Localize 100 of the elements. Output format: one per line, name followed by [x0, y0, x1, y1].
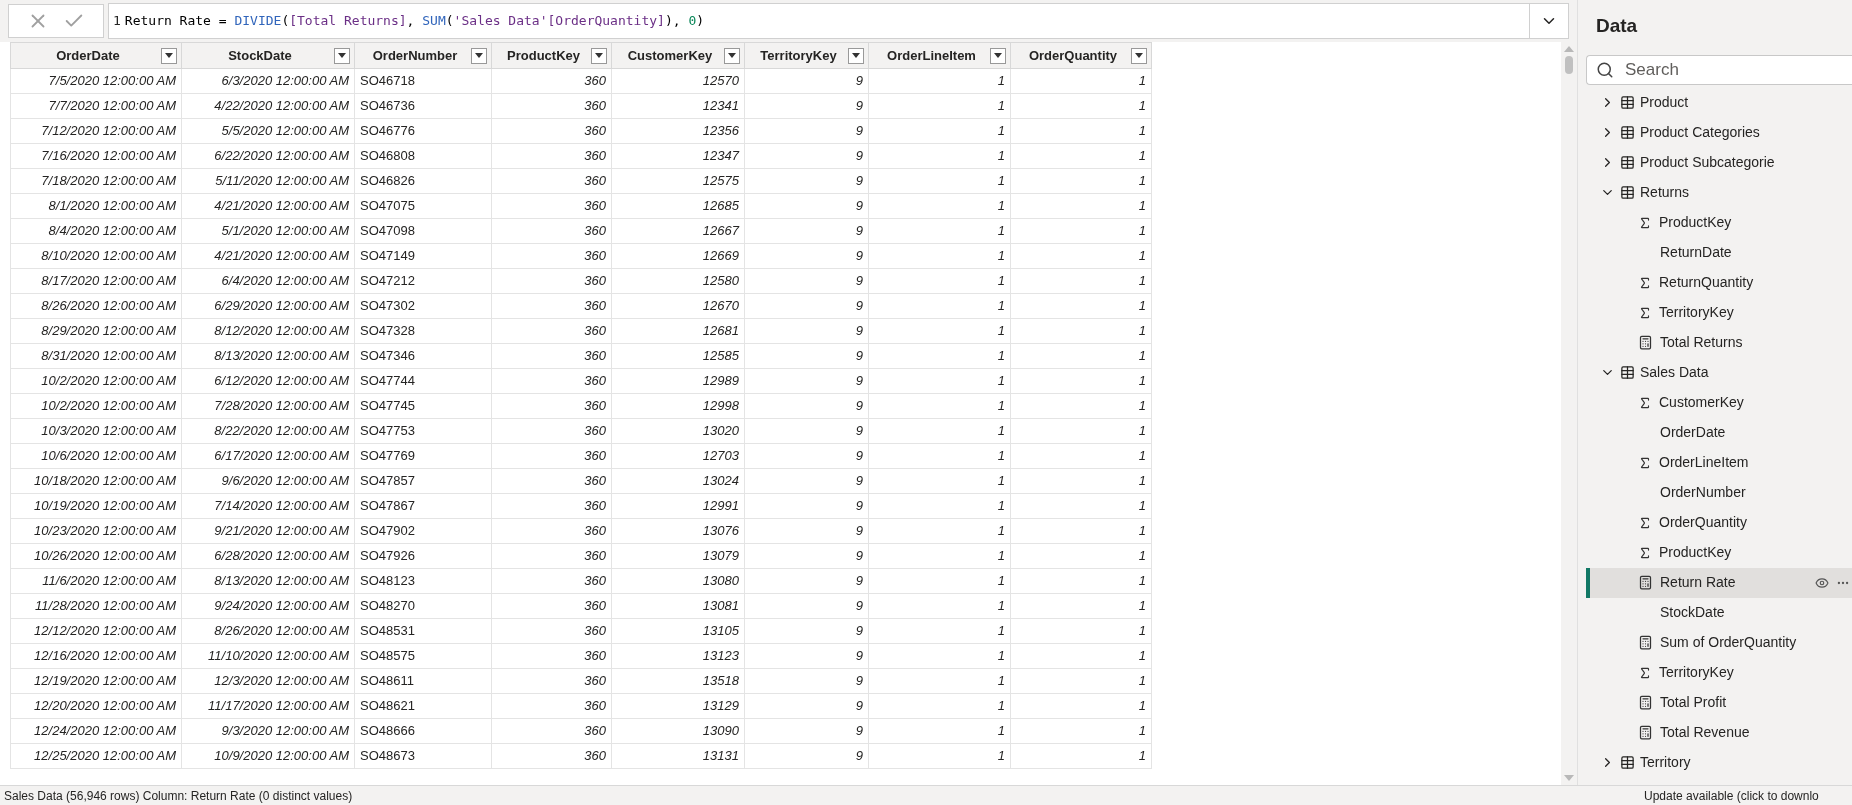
table-cell: 360 [491, 443, 612, 469]
field-item[interactable]: OrderQuantity [1586, 507, 1852, 538]
field-item[interactable]: TerritoryKey [1586, 297, 1852, 328]
table-cell: SO47302 [354, 293, 492, 319]
field-item[interactable]: TerritoryKey [1586, 657, 1852, 688]
table-cell: 12/16/2020 12:00:00 AM [10, 643, 182, 669]
field-item[interactable]: StockDate [1586, 597, 1852, 628]
table-cell: 1 [868, 668, 1011, 694]
table-cell: 360 [491, 468, 612, 494]
scrollbar-thumb[interactable] [1565, 56, 1573, 74]
table-cell: 10/18/2020 12:00:00 AM [10, 468, 182, 494]
table-cell: SO47744 [354, 368, 492, 394]
table-item[interactable]: Returns [1586, 177, 1852, 208]
update-link[interactable]: Update available (click to downlo [1632, 786, 1852, 805]
column-header[interactable]: ProductKey [491, 42, 612, 69]
table-cell: 1 [868, 118, 1011, 144]
field-name: OrderDate [1660, 423, 1727, 442]
table-cell: 12580 [611, 268, 745, 294]
filter-dropdown-icon[interactable] [848, 47, 864, 64]
filter-dropdown-icon[interactable] [724, 47, 740, 64]
field-item[interactable]: Sum of OrderQuantity [1586, 627, 1852, 658]
column-header[interactable]: TerritoryKey [744, 42, 869, 69]
table-cell: 360 [491, 318, 612, 344]
filter-dropdown-icon[interactable] [161, 47, 177, 64]
field-name: Sum of OrderQuantity [1660, 633, 1798, 652]
table-cell: 13518 [611, 668, 745, 694]
table-cell: 1 [868, 318, 1011, 344]
table-cell: 12356 [611, 118, 745, 144]
table-cell: 12341 [611, 93, 745, 119]
search-field[interactable]: Search [1586, 54, 1852, 85]
table-cell: 9 [744, 293, 869, 319]
field-item[interactable]: ReturnDate [1586, 237, 1852, 268]
table-icon [1620, 125, 1635, 140]
table-cell: 6/28/2020 12:00:00 AM [181, 543, 355, 569]
table-cell: SO47753 [354, 418, 492, 444]
column-header[interactable]: OrderNumber [354, 42, 492, 69]
table-cell: 7/16/2020 12:00:00 AM [10, 143, 182, 169]
field-item[interactable]: ProductKey [1586, 537, 1852, 568]
table-cell: 13024 [611, 468, 745, 494]
filter-dropdown-icon[interactable] [990, 47, 1006, 64]
table-cell: SO48621 [354, 693, 492, 719]
table-cell: SO48531 [354, 618, 492, 644]
table-cell: 1 [1010, 718, 1152, 744]
table-item[interactable]: Product [1586, 87, 1852, 118]
calculator-icon [1638, 335, 1653, 350]
table-item[interactable]: Sales Data [1586, 357, 1852, 388]
field-item[interactable]: CustomerKey [1586, 387, 1852, 418]
table-cell: 360 [491, 643, 612, 669]
table-cell: 9 [744, 718, 869, 744]
table-cell: 1 [1010, 118, 1152, 144]
field-item[interactable]: Total Revenue [1586, 717, 1852, 748]
table-cell: 1 [868, 618, 1011, 644]
table-cell: 13020 [611, 418, 745, 444]
field-item[interactable]: Return Rate [1586, 567, 1852, 598]
table-item[interactable]: Territory [1586, 747, 1852, 778]
calculator-icon [1638, 725, 1653, 740]
table-cell: 1 [1010, 343, 1152, 369]
table-cell: 4/21/2020 12:00:00 AM [181, 243, 355, 269]
field-name: StockDate [1660, 603, 1726, 622]
field-name: Return Rate [1660, 573, 1737, 592]
field-name: ProductKey [1659, 213, 1733, 232]
formula-field[interactable]: 1 Return Rate = DIVIDE([Total Returns], SUM('Sales Data'[OrderQuantity]), 0) [108, 3, 1569, 39]
field-item[interactable]: OrderDate [1586, 417, 1852, 448]
filter-dropdown-icon[interactable] [591, 47, 607, 64]
filter-dropdown-icon[interactable] [1131, 47, 1147, 64]
table-cell: 1 [868, 718, 1011, 744]
column-header[interactable]: CustomerKey [611, 42, 745, 69]
table-name: Product [1640, 93, 1689, 112]
table-cell: 9 [744, 243, 869, 269]
table-cell: 12/20/2020 12:00:00 AM [10, 693, 182, 719]
field-item[interactable]: Total Returns [1586, 327, 1852, 358]
table-cell: 8/26/2020 12:00:00 AM [10, 293, 182, 319]
table-cell: 1 [868, 593, 1011, 619]
table-cell: 10/2/2020 12:00:00 AM [10, 368, 182, 394]
table-item[interactable]: Product Categories [1586, 117, 1852, 148]
column-header[interactable]: OrderQuantity [1010, 42, 1152, 69]
table-item[interactable]: Product Subcategorie [1586, 147, 1852, 178]
table-cell: 9 [744, 143, 869, 169]
table-cell: SO47902 [354, 518, 492, 544]
field-item[interactable]: OrderNumber [1586, 477, 1852, 508]
field-name: ProductKey [1659, 543, 1733, 562]
field-item[interactable]: ReturnQuantity [1586, 267, 1852, 298]
table-cell: 8/13/2020 12:00:00 AM [181, 343, 355, 369]
table-cell: 1 [1010, 68, 1152, 94]
column-header[interactable]: OrderDate [10, 42, 182, 69]
field-item[interactable]: OrderLineItem [1586, 447, 1852, 478]
table-cell: 4/22/2020 12:00:00 AM [181, 93, 355, 119]
field-item[interactable]: Total Profit [1586, 687, 1852, 718]
field-item[interactable]: ProductKey [1586, 207, 1852, 238]
status-text: Sales Data (56,946 rows) Column: Return Rate (0 distinct values) [3, 787, 354, 805]
filter-dropdown-icon[interactable] [471, 47, 487, 64]
table-cell: 10/3/2020 12:00:00 AM [10, 418, 182, 444]
table-icon [1620, 95, 1635, 110]
table-cell: 1 [868, 368, 1011, 394]
eye-icon[interactable] [1815, 575, 1829, 590]
vertical-scrollbar[interactable] [1561, 42, 1577, 785]
filter-dropdown-icon[interactable] [334, 47, 350, 64]
table-cell: 12/12/2020 12:00:00 AM [10, 618, 182, 644]
column-header[interactable]: StockDate [181, 42, 355, 69]
column-header[interactable]: OrderLineItem [868, 42, 1011, 69]
